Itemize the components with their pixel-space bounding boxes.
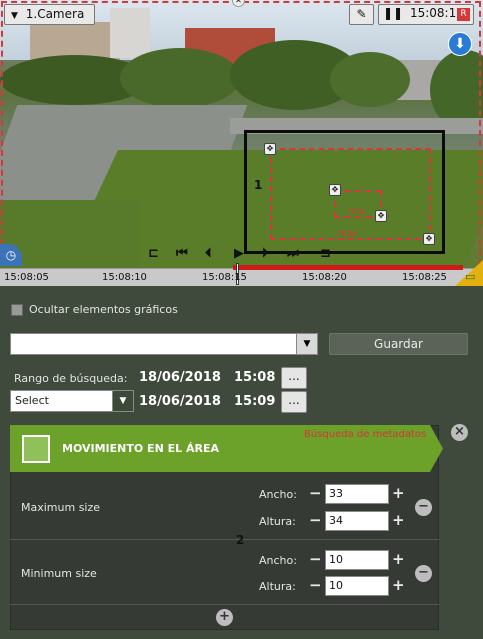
end-picker-button[interactable]: ... (281, 391, 307, 413)
chevron-down-icon: ▼ (296, 334, 317, 354)
min-height-input[interactable]: 10 (325, 576, 389, 596)
plus-icon[interactable]: + (392, 550, 405, 568)
timeline-recorded-range (233, 265, 463, 270)
resize-handle-icon[interactable]: ✥ (264, 143, 276, 155)
remove-icon[interactable]: − (415, 499, 432, 516)
minus-icon[interactable]: − (309, 576, 322, 594)
recording-badge: R (457, 8, 470, 21)
minus-icon[interactable]: − (309, 484, 322, 502)
current-time: 15:08:15 (409, 6, 464, 20)
chevron-down-icon: ▼ (112, 391, 133, 411)
step-forward-icon[interactable]: ⏵ (262, 246, 269, 261)
max-width-label: Ancho: (259, 488, 297, 501)
select-value: Select (15, 394, 49, 407)
plus-icon[interactable]: + (392, 576, 405, 594)
max-height-label: Altura: (259, 515, 296, 528)
playback-status[interactable]: ❚❚ 15:08:15 R (378, 4, 474, 25)
maximum-size-label: Maximum size (21, 501, 101, 514)
panel-title: MOVIMIENTO EN EL ÁREA (62, 442, 219, 455)
timeline-tick: 15:08:10 (102, 272, 147, 283)
min-height-label: Altura: (259, 580, 296, 593)
step-back-icon[interactable]: ⏴ (205, 246, 212, 261)
end-date[interactable]: 18/06/2018 (139, 394, 221, 409)
max-label: max (338, 229, 358, 239)
add-icon[interactable]: + (216, 609, 233, 626)
metadata-search-label: Búsqueda de metadatos (304, 429, 427, 440)
min-label: min (348, 207, 365, 217)
minus-icon[interactable]: − (309, 550, 322, 568)
close-icon[interactable]: × (451, 424, 468, 441)
timeline-tick: 15:08:05 (4, 272, 49, 283)
building (110, 8, 150, 58)
resize-handle-icon[interactable]: ✥ (423, 233, 435, 245)
resize-handle-icon[interactable]: ✥ (329, 184, 341, 196)
start-picker-button[interactable]: ... (281, 367, 307, 389)
download-icon[interactable]: ⬇ (448, 32, 472, 56)
remove-icon[interactable]: − (415, 565, 432, 582)
pause-icon: ❚❚ (383, 6, 404, 20)
fast-forward-icon[interactable]: ⏭ (287, 246, 299, 261)
timeline-tick: 15:08:15 (202, 272, 247, 283)
max-width-input[interactable]: 33 (325, 484, 389, 504)
query-dropdown[interactable]: ▼ (10, 333, 318, 355)
camera-view[interactable]: 1 min max ✥ ✥ ✥ ✥ ▼ 1.Camera ✕ ✎ ❚❚ 15:0… (0, 0, 483, 286)
go-to-end-icon[interactable]: ⊐ (320, 246, 331, 261)
zone-number-2: 2 (236, 533, 245, 547)
rewind-icon[interactable]: ⏮ (176, 246, 188, 261)
chevron-down-icon: ▼ (11, 11, 18, 21)
start-time[interactable]: 15:08 (234, 370, 275, 385)
camera-selector[interactable]: ▼ 1.Camera (4, 4, 95, 25)
plus-icon[interactable]: + (392, 511, 405, 529)
screen-icon: ▭ (465, 270, 476, 283)
plus-icon[interactable]: + (392, 484, 405, 502)
camera-name: 1.Camera (25, 7, 85, 21)
save-button[interactable]: Guardar (329, 333, 468, 355)
pencil-icon: ✎ (356, 7, 367, 21)
end-time[interactable]: 15:09 (234, 394, 275, 409)
resize-handle-icon[interactable]: ✥ (375, 210, 387, 222)
max-height-input[interactable]: 34 (325, 511, 389, 531)
timeline-tick: 15:08:25 (402, 272, 447, 283)
min-width-input[interactable]: 10 (325, 550, 389, 570)
area-icon (22, 435, 50, 463)
min-width-label: Ancho: (259, 554, 297, 567)
start-date[interactable]: 18/06/2018 (139, 370, 221, 385)
edit-button[interactable]: ✎ (349, 4, 374, 25)
row-divider (10, 604, 439, 605)
tree (120, 48, 240, 108)
hide-graphics-label: Ocultar elementos gráficos (29, 303, 178, 316)
play-icon[interactable]: ▶ (234, 246, 244, 261)
minimum-size-label: Minimum size (21, 567, 97, 580)
zone-number: 1 (254, 178, 263, 192)
minus-icon[interactable]: − (309, 511, 322, 529)
timeline-tick: 15:08:20 (302, 272, 347, 283)
go-to-start-icon[interactable]: ⊏ (148, 246, 159, 261)
row-divider (10, 539, 439, 540)
hide-graphics-checkbox[interactable] (11, 304, 23, 316)
tree (330, 52, 410, 107)
search-range-label: Rango de búsqueda: (14, 372, 128, 385)
select-dropdown[interactable]: Select ▼ (10, 390, 134, 412)
